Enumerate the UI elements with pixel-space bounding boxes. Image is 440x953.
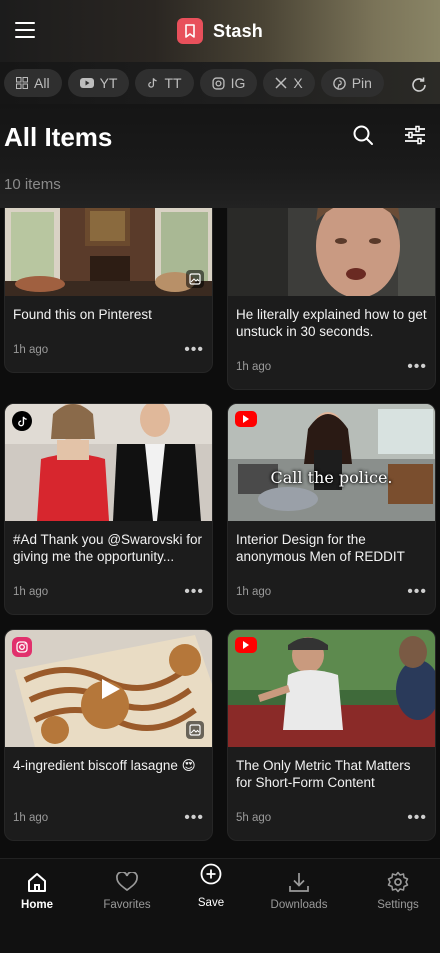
nav-save[interactable]: Save [171,861,251,909]
page-title: All Items [4,122,113,152]
item-card[interactable]: The Only Metric That Matters for Short-F… [227,629,436,841]
filter-chip-all[interactable]: All [4,69,62,97]
filter-chip-youtube[interactable]: YT [67,69,130,97]
page-header: All Items 10 items [0,104,440,208]
item-card[interactable]: Call the police. Interior Design for the… [227,403,436,615]
card-title: Found this on Pinterest [13,307,152,322]
card-time: 1h ago [13,586,49,598]
card-title: The Only Metric That Matters for Short-F… [236,758,411,790]
nav-home[interactable]: Home [0,869,77,911]
heart-icon [116,872,138,892]
youtube-source-icon [235,411,257,427]
menu-icon[interactable] [15,22,35,38]
tiktok-source-icon [12,411,32,431]
card-thumbnail [5,630,212,747]
gear-icon [387,871,409,893]
home-icon [28,873,46,892]
item-card[interactable]: 4-ingredient biscoff lasagne 😍 1h ago ••… [4,629,213,841]
instagram-icon [211,76,225,90]
more-options-icon[interactable]: ••• [184,584,204,600]
bookmark-logo-icon [176,18,203,44]
bottom-navigation: Home Favorites Save Downloads Settings [0,858,440,953]
search-icon[interactable] [352,124,374,146]
more-options-icon[interactable]: ••• [407,584,427,600]
refresh-icon[interactable] [410,76,428,94]
filter-chip-x[interactable]: X [263,69,315,97]
pinterest-icon [332,76,346,90]
x-icon [275,77,287,89]
play-icon[interactable] [98,677,122,701]
source-filter-bar: All YT TT IG X Pin [0,62,440,104]
item-card[interactable]: He literally explained how to get unstuc… [227,185,436,390]
filter-chip-instagram[interactable]: IG [199,69,258,97]
card-time: 1h ago [236,586,272,598]
youtube-source-icon [235,637,257,653]
card-time: 1h ago [236,361,272,373]
more-options-icon[interactable]: ••• [184,342,204,358]
nav-downloads[interactable]: Downloads [259,869,339,911]
card-time: 1h ago [13,344,49,356]
filter-chip-pinterest[interactable]: Pin [320,69,384,97]
card-title: He literally explained how to get unstuc… [236,307,427,339]
app-title: Stash [212,20,264,41]
image-type-icon [186,270,204,288]
more-options-icon[interactable]: ••• [184,810,204,826]
sliders-icon[interactable] [404,125,426,147]
card-title: #Ad Thank you @Swarovski for giving me t… [13,532,203,564]
card-time: 5h ago [236,812,272,824]
image-type-icon [186,721,204,739]
filter-chip-tiktok[interactable]: TT [135,69,194,97]
nav-settings[interactable]: Settings [358,869,438,911]
more-options-icon[interactable]: ••• [407,359,427,375]
download-icon [289,873,309,892]
item-card[interactable]: #Ad Thank you @Swarovski for giving me t… [4,403,213,615]
tiktok-icon [148,78,158,88]
grid-icon [16,77,28,89]
item-card[interactable]: Found this on Pinterest 1h ago ••• [4,185,213,373]
item-count: 10 items [4,176,61,193]
nav-favorites[interactable]: Favorites [87,869,167,911]
card-title: 4-ingredient biscoff lasagne 😍 [13,758,196,773]
video-caption-overlay: Call the police. [270,468,393,487]
youtube-icon [79,78,94,88]
brand: Stash [176,18,264,44]
instagram-source-icon [12,637,32,657]
card-thumbnail: Call the police. [228,404,435,521]
plus-circle-icon [200,863,222,885]
app-header: Stash [0,0,440,62]
card-thumbnail [228,630,435,747]
card-title: Interior Design for the anonymous Men of… [236,532,405,564]
card-time: 1h ago [13,812,49,824]
more-options-icon[interactable]: ••• [407,810,427,826]
card-thumbnail [5,404,212,521]
